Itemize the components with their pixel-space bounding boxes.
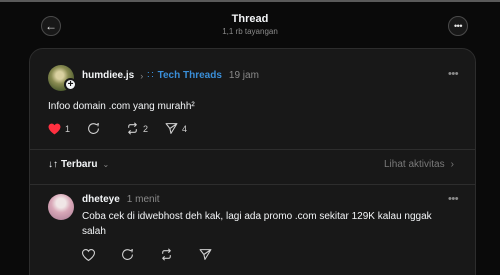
topic-icon: ∷ bbox=[147, 70, 154, 81]
like-button[interactable] bbox=[82, 248, 121, 261]
like-count: 1 bbox=[65, 123, 71, 134]
chevron-down-icon: ⌄ bbox=[102, 160, 110, 169]
reply-more-button[interactable]: ••• bbox=[448, 193, 459, 205]
comment-button[interactable] bbox=[121, 248, 160, 261]
divider bbox=[30, 149, 475, 150]
reply-avatar[interactable] bbox=[48, 194, 74, 220]
share-button[interactable] bbox=[199, 248, 238, 261]
chevron-right-icon: › bbox=[140, 70, 144, 81]
thread-card: + humdiee.js › ∷ Tech Threads 19 jam •••… bbox=[29, 48, 476, 275]
repost-button[interactable] bbox=[160, 248, 199, 261]
post-username[interactable]: humdiee.js bbox=[82, 70, 134, 81]
post-time: 19 jam bbox=[228, 70, 259, 81]
comment-icon bbox=[88, 123, 99, 134]
divider bbox=[30, 184, 475, 185]
repost-count: 2 bbox=[143, 123, 149, 134]
repost-icon bbox=[128, 122, 137, 135]
heart-icon bbox=[48, 123, 61, 134]
sort-label: Terbaru bbox=[61, 159, 98, 170]
page-title: Thread bbox=[231, 13, 269, 25]
post-more-button[interactable]: ••• bbox=[448, 68, 459, 80]
view-activity-link[interactable]: Lihat aktivitas › bbox=[384, 159, 454, 170]
post-text: Infoo domain .com yang murahh² bbox=[48, 101, 195, 112]
topic-link[interactable]: Tech Threads bbox=[158, 70, 222, 81]
reply-username[interactable]: dheteye bbox=[82, 194, 120, 205]
reply-text: Coba cek di idwebhost deh kak, lagi ada … bbox=[82, 211, 432, 237]
reply-actions bbox=[82, 248, 238, 261]
follow-plus-icon[interactable]: + bbox=[64, 78, 77, 91]
post-actions: 1 2 4 bbox=[48, 122, 204, 135]
repost-icon bbox=[162, 248, 171, 261]
header-title-block: Thread 1,1 rb tayangan bbox=[0, 13, 500, 36]
post-header: humdiee.js › ∷ Tech Threads 19 jam bbox=[82, 70, 259, 81]
comment-icon bbox=[122, 249, 133, 260]
reply-header: dheteye 1 menit bbox=[82, 194, 160, 205]
share-icon bbox=[165, 123, 178, 134]
share-count: 4 bbox=[182, 123, 188, 134]
heart-icon bbox=[82, 248, 95, 261]
like-button[interactable]: 1 bbox=[48, 123, 87, 135]
chevron-right-icon: › bbox=[450, 159, 454, 170]
sort-icon: ↓↑ bbox=[48, 159, 58, 170]
share-icon bbox=[199, 249, 212, 260]
view-count: 1,1 rb tayangan bbox=[222, 27, 278, 36]
sort-dropdown[interactable]: ↓↑ Terbaru ⌄ bbox=[48, 159, 109, 170]
thread-menu-button[interactable]: ••• bbox=[448, 16, 468, 36]
share-button[interactable]: 4 bbox=[165, 122, 204, 135]
repost-button[interactable]: 2 bbox=[126, 122, 165, 135]
more-icon: ••• bbox=[454, 20, 462, 31]
view-activity-label: Lihat aktivitas bbox=[384, 159, 445, 170]
reply-time: 1 menit bbox=[126, 194, 160, 205]
comment-button[interactable] bbox=[87, 122, 126, 135]
thread-header: ← Thread 1,1 rb tayangan ••• bbox=[0, 2, 500, 48]
